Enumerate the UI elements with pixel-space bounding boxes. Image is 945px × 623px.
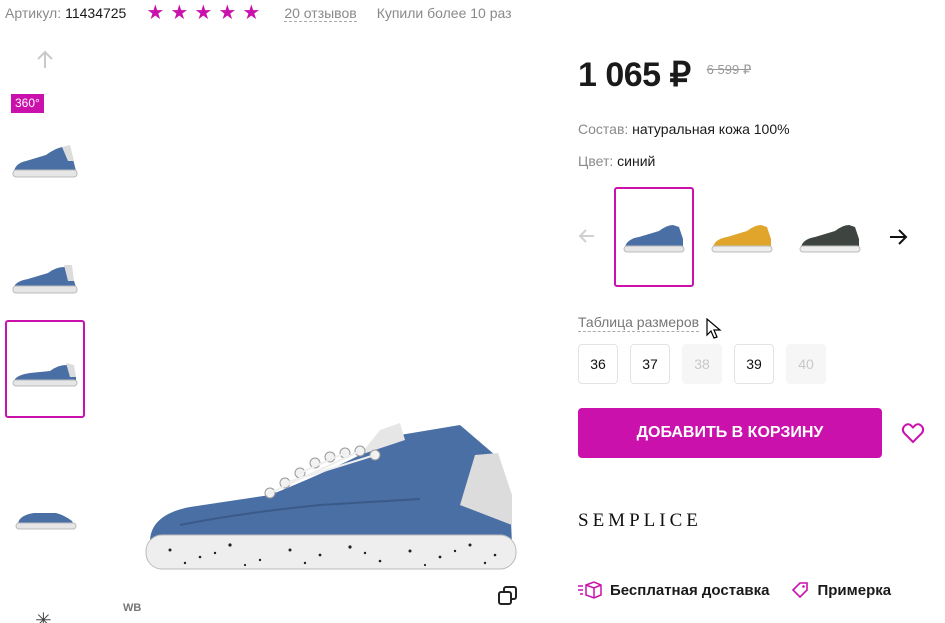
color-row: Цвет: синий <box>578 153 655 169</box>
size-table-link[interactable]: Таблица размеров <box>578 314 700 332</box>
color-option-blue[interactable] <box>614 187 694 287</box>
tag-icon <box>792 582 809 599</box>
size-option[interactable]: 36 <box>578 344 618 384</box>
color-value: синий <box>617 153 656 169</box>
composition-row: Состав: натуральная кожа 100% <box>578 121 790 137</box>
heart-icon[interactable] <box>901 421 925 445</box>
delivery-box-icon <box>578 581 602 599</box>
shoe-thumbnail-image <box>12 145 78 178</box>
thumbnail-1[interactable] <box>5 112 85 210</box>
thumbnail-2[interactable] <box>5 228 85 326</box>
perks-row: Бесплатная доставка Примерка <box>578 580 913 600</box>
color-label: Цвет: <box>578 153 614 169</box>
size-option-disabled: 38 <box>682 344 722 384</box>
mouse-cursor-icon <box>706 318 722 339</box>
color-option-dark-green[interactable] <box>790 187 870 287</box>
arrow-right-icon[interactable] <box>888 227 908 247</box>
arrow-up-icon[interactable] <box>33 48 57 72</box>
watermark: WB <box>123 602 142 614</box>
copy-icon[interactable] <box>497 585 519 607</box>
bought-count: Купили более 10 раз <box>376 5 512 21</box>
shoe-thumbnail-image <box>12 265 78 294</box>
star-icon: ★ <box>146 2 165 24</box>
old-price: 6 599 ₽ <box>706 62 752 77</box>
perk-delivery[interactable]: Бесплатная доставка <box>578 580 769 600</box>
star-icon: ★ <box>194 2 213 24</box>
product-meta-bar: Артикул: 11434725 ★ ★ ★ ★ ★ 20 отзывов К… <box>5 2 512 24</box>
price-block: 1 065 ₽ 6 599 ₽ <box>578 55 751 95</box>
shoe-swatch-image <box>799 225 861 253</box>
composition-value: натуральная кожа 100% <box>632 121 790 137</box>
star-icon: ★ <box>170 2 189 24</box>
add-to-cart-button[interactable]: Добавить в корзину <box>578 408 882 458</box>
rating-stars: ★ ★ ★ ★ ★ <box>146 2 266 24</box>
thumbnail-3[interactable] <box>5 320 85 418</box>
size-option[interactable]: 39 <box>734 344 774 384</box>
reviews-link[interactable]: 20 отзывов <box>284 5 357 22</box>
color-selector <box>578 187 918 287</box>
shoe-thumbnail-image <box>15 513 77 530</box>
perk-fitting-label: Примерка <box>817 581 892 599</box>
perk-delivery-label: Бесплатная доставка <box>610 581 770 599</box>
thumbnail-gallery: 360° ✳ <box>0 40 95 623</box>
star-icon: ★ <box>218 2 237 24</box>
size-selector: 36 37 38 39 40 <box>578 344 838 384</box>
badge-360[interactable]: 360° <box>11 94 44 113</box>
shoe-swatch-image <box>623 225 685 253</box>
composition-label: Состав: <box>578 121 629 137</box>
star-icon: ★ <box>242 2 261 24</box>
loading-icon: ✳ <box>35 610 52 623</box>
article-value: 11434725 <box>65 5 127 21</box>
arrow-left-icon[interactable] <box>578 227 596 245</box>
current-price: 1 065 ₽ <box>578 56 691 94</box>
shoe-swatch-image <box>711 225 773 253</box>
size-option-disabled: 40 <box>786 344 826 384</box>
thumbnail-4[interactable] <box>5 464 85 562</box>
brand-name[interactable]: SEMPLICE <box>578 510 702 532</box>
shoe-thumbnail-image <box>12 363 78 387</box>
article-label: Артикул: <box>5 5 62 21</box>
main-product-image[interactable] <box>120 395 530 590</box>
perk-fitting[interactable]: Примерка <box>791 581 891 599</box>
size-option[interactable]: 37 <box>630 344 670 384</box>
color-option-yellow[interactable] <box>702 187 782 287</box>
